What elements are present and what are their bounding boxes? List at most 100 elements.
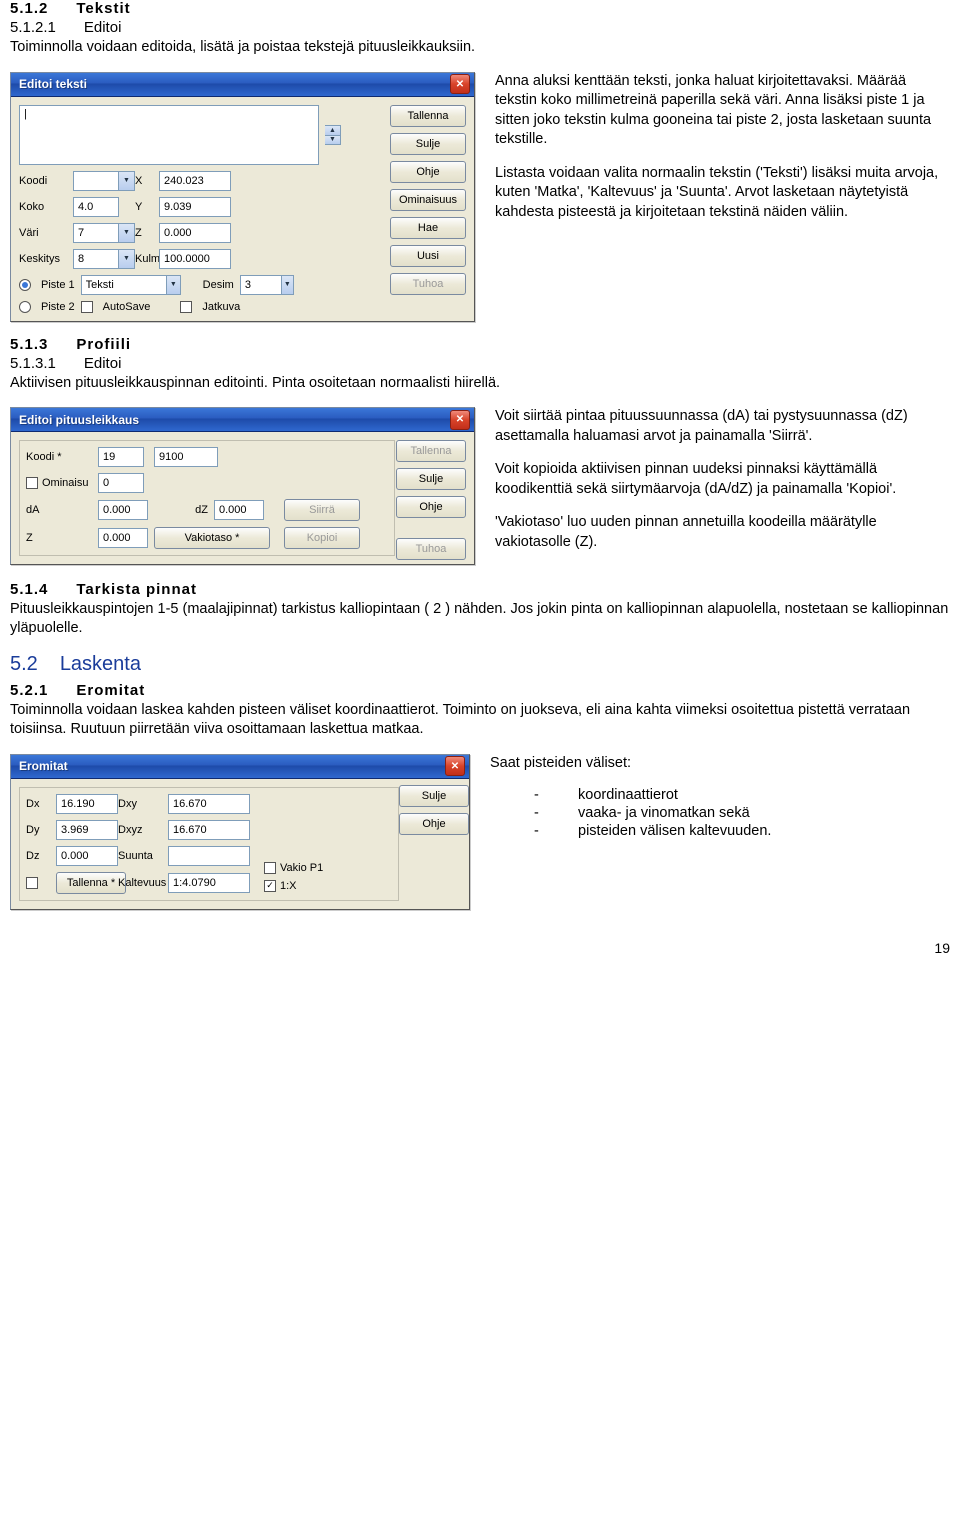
koodi2-input[interactable] — [154, 447, 218, 467]
p-521-desc: Toiminnolla voidaan laskea kahden pistee… — [10, 701, 950, 740]
ohje-button[interactable]: Ohje — [399, 813, 469, 835]
label-piste2: Piste 2 — [41, 301, 75, 313]
chevron-down-icon[interactable]: ▼ — [282, 275, 294, 295]
close-button[interactable]: ✕ — [450, 410, 470, 430]
p-514-desc: Pituusleikkauspintojen 1-5 (maalajipinna… — [10, 600, 950, 639]
heading-514: 5.1.4Tarkista pinnat — [10, 581, 950, 598]
chk-1x[interactable]: ✓ — [264, 880, 276, 892]
label-autosave: AutoSave — [103, 301, 151, 313]
koodi-input[interactable] — [73, 171, 119, 191]
dx-input[interactable] — [56, 794, 118, 814]
p-5131-3: 'Vakiotaso' luo uuden pinnan annetuilla … — [495, 513, 950, 552]
heading-5121: 5.1.2.1Editoi — [10, 19, 950, 36]
vakiotaso-button[interactable]: Vakiotaso * — [154, 527, 270, 549]
label-z: Z — [26, 532, 98, 544]
p-5121-2: Listasta voidaan valita normaalin teksti… — [495, 164, 950, 223]
desim-input[interactable] — [240, 275, 282, 295]
uusi-button[interactable]: Uusi — [390, 245, 466, 267]
radio-piste2[interactable] — [19, 301, 31, 313]
keskitys-input[interactable] — [73, 249, 119, 269]
dxyz-input[interactable] — [168, 820, 250, 840]
chk-vakiop1[interactable] — [264, 862, 276, 874]
label-jatkuva: Jatkuva — [202, 301, 240, 313]
dialog3-title: Eromitat — [19, 759, 68, 773]
kulma-input[interactable] — [159, 249, 231, 269]
teksti-combo[interactable] — [81, 275, 167, 295]
label-vakiop1: Vakio P1 — [280, 862, 323, 874]
label-dx: Dx — [26, 798, 56, 810]
text-spinner[interactable]: ▲ ▼ — [325, 125, 341, 145]
koodi1-input[interactable] — [98, 447, 144, 467]
chevron-down-icon[interactable]: ▼ — [167, 275, 181, 295]
siirra-button[interactable]: Siirrä — [284, 499, 360, 521]
label-dz: Dz — [26, 850, 56, 862]
tallenna-button[interactable]: Tallenna * — [56, 872, 126, 894]
chevron-up-icon: ▲ — [325, 125, 341, 135]
koko-input[interactable] — [73, 197, 119, 217]
heading-513: 5.1.3Profiili — [10, 336, 950, 353]
chevron-down-icon[interactable]: ▼ — [119, 223, 135, 243]
chk-tallenna[interactable] — [26, 877, 38, 889]
heading-512: 5.1.2Tekstit — [10, 0, 950, 17]
hae-button[interactable]: Hae — [390, 217, 466, 239]
dz-input[interactable] — [56, 846, 118, 866]
chevron-down-icon[interactable]: ▼ — [119, 171, 135, 191]
p-5131-desc: Aktiivisen pituusleikkauspinnan editoint… — [10, 374, 950, 394]
page-number: 19 — [10, 940, 950, 956]
z-input[interactable] — [98, 528, 148, 548]
tallenna-button[interactable]: Tallenna — [390, 105, 466, 127]
list-521: koordinaattierot vaaka- ja vinomatkan se… — [490, 787, 950, 839]
tuhoa-button[interactable]: Tuhoa — [390, 273, 466, 295]
label-vari: Väri — [19, 227, 73, 239]
label-z: Z — [135, 227, 159, 239]
z-input[interactable] — [159, 223, 231, 243]
radio-piste1[interactable] — [19, 279, 31, 291]
dialog2-title: Editoi pituusleikkaus — [19, 413, 139, 427]
chk-jatkuva[interactable] — [180, 301, 192, 313]
label-kulma: Kulma — [135, 253, 159, 265]
p-521-1: Saat pisteiden väliset: — [490, 754, 950, 774]
dy-input[interactable] — [56, 820, 118, 840]
kopioi-button[interactable]: Kopioi — [284, 527, 360, 549]
sulje-button[interactable]: Sulje — [399, 785, 469, 807]
suunta-input[interactable] — [168, 846, 250, 866]
y-input[interactable] — [159, 197, 231, 217]
dialog1-title: Editoi teksti — [19, 77, 87, 91]
close-button[interactable]: ✕ — [445, 756, 465, 776]
sulje-button[interactable]: Sulje — [396, 468, 466, 490]
ohje-button[interactable]: Ohje — [390, 161, 466, 183]
p-5131-1: Voit siirtää pintaa pituussuunnassa (dA)… — [495, 407, 950, 446]
close-icon: ✕ — [456, 414, 464, 425]
label-dxy: Dxy — [118, 798, 168, 810]
chevron-down-icon[interactable]: ▼ — [119, 249, 135, 269]
chk-autosave[interactable] — [81, 301, 93, 313]
vari-input[interactable] — [73, 223, 119, 243]
x-input[interactable] — [159, 171, 231, 191]
ohje-button[interactable]: Ohje — [396, 496, 466, 518]
close-icon: ✕ — [451, 761, 459, 772]
tuhoa-button[interactable]: Tuhoa — [396, 538, 466, 560]
ominaisu-input[interactable] — [98, 473, 144, 493]
label-x: X — [135, 175, 159, 187]
label-suunta: Suunta — [118, 850, 168, 862]
label-koko: Koko — [19, 201, 73, 213]
ominaisuus-button[interactable]: Ominaisuus — [390, 189, 466, 211]
chk-ominaisu[interactable] — [26, 477, 38, 489]
heading-52: 5.2Laskenta — [10, 653, 950, 676]
text-input[interactable]: | — [19, 105, 319, 165]
sulje-button[interactable]: Sulje — [390, 133, 466, 155]
close-button[interactable]: ✕ — [450, 74, 470, 94]
label-piste1: Piste 1 — [41, 279, 75, 291]
p-5121-desc: Toiminnolla voidaan editoida, lisätä ja … — [10, 38, 950, 58]
label-dz: dZ — [154, 504, 214, 516]
label-dy: Dy — [26, 824, 56, 836]
dxy-input[interactable] — [168, 794, 250, 814]
list-item: pisteiden välisen kaltevuuden. — [534, 823, 950, 839]
label-keskitys: Keskitys — [19, 253, 73, 265]
label-1x: 1:X — [280, 880, 297, 892]
tallenna-button[interactable]: Tallenna — [396, 440, 466, 462]
kaltevuus-input[interactable] — [168, 873, 250, 893]
p-5121-1: Anna aluksi kenttään teksti, jonka halua… — [495, 72, 950, 150]
da-input[interactable] — [98, 500, 148, 520]
dz-input[interactable] — [214, 500, 264, 520]
